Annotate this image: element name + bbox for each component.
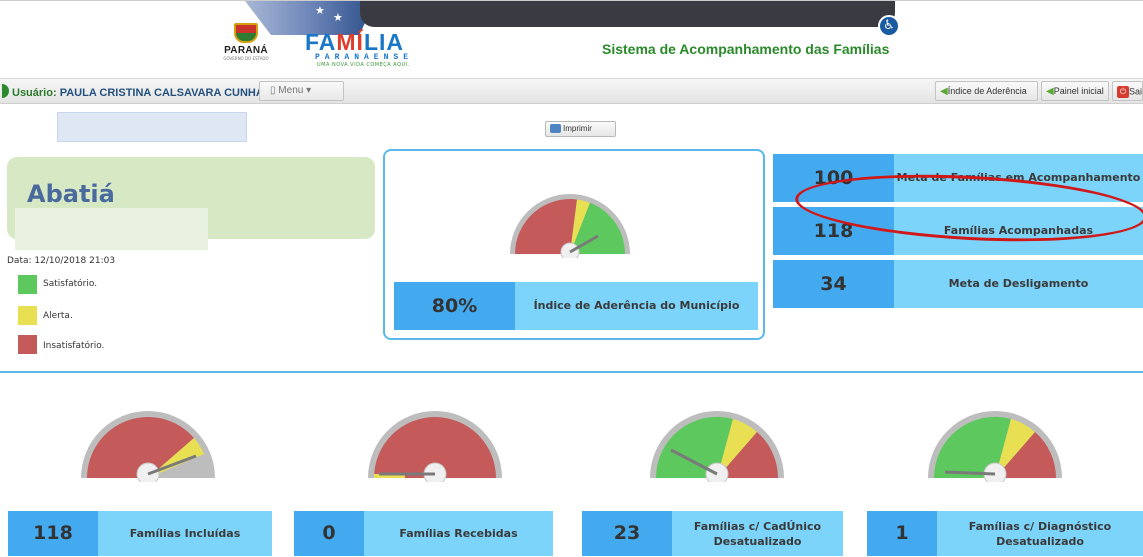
adherence-label: Índice de Aderência do Município	[515, 282, 758, 330]
menu-button[interactable]: ▯ Menu ▾	[259, 81, 344, 101]
adherence-value: 80%	[394, 282, 515, 330]
state-logo-sub: GOVERNO DO ESTADO	[223, 56, 269, 61]
familia-tagline: UMA NOVA VIDA COMEÇA AQUI.	[317, 62, 410, 68]
report-date: Data: 12/10/2018 21:03	[7, 256, 116, 266]
back-arrow-icon: ◀	[1046, 86, 1054, 97]
legend-label-unsatisfactory: Insatisfatório.	[43, 341, 105, 351]
gauge-included	[81, 411, 215, 482]
star-icon: ★	[315, 4, 325, 17]
chevron-down-icon: ▾	[306, 85, 312, 96]
accessibility-icon[interactable]: ♿	[878, 15, 900, 37]
crest-icon	[234, 23, 258, 43]
legend-label-satisfactory: Satisfatório.	[43, 279, 98, 289]
legend-swatch-red	[18, 335, 37, 354]
diagnosis-label: Famílias c/ Diagnóstico Desatualizado	[937, 511, 1143, 556]
gauge-cadunico	[650, 411, 784, 482]
metric-value-dismissal: 34	[773, 260, 894, 308]
included-label: Famílias Incluídas	[98, 511, 272, 556]
city-name: Abatiá	[27, 180, 115, 208]
power-icon: ⏻	[1117, 86, 1129, 98]
home-panel-button[interactable]: ◀Painel inicial	[1041, 81, 1109, 101]
familia-logo: FAMÍLIA PARANAENSE UMA NOVA VIDA COMEÇA …	[305, 31, 465, 77]
cadunico-value: 23	[582, 511, 672, 556]
print-button[interactable]: Imprimir	[545, 121, 616, 137]
familia-wordmark: FAMÍLIA	[305, 29, 405, 55]
header-band	[360, 1, 895, 27]
system-title: Sistema de Acompanhamento das Famílias	[602, 41, 890, 57]
city-blank	[15, 208, 208, 250]
back-arrow-icon: ◀	[940, 86, 948, 97]
legend-swatch-yellow	[18, 306, 37, 325]
printer-icon	[550, 124, 561, 134]
adherence-gauge	[510, 194, 630, 258]
familia-sub: PARANAENSE	[315, 53, 414, 62]
received-value: 0	[294, 511, 364, 556]
star-icon: ★	[333, 11, 343, 24]
user-label: Usuário:	[12, 87, 57, 99]
diagnosis-value: 1	[867, 511, 937, 556]
state-logo-name: PARANÁ	[224, 45, 268, 56]
gauge-received	[368, 411, 502, 482]
blank-field	[57, 112, 247, 142]
gauge-diagnosis	[928, 411, 1062, 482]
adherence-index-button[interactable]: ◀Índice de Aderência	[935, 81, 1038, 101]
legend-label-alert: Alerta.	[43, 311, 73, 321]
cadunico-label: Famílias c/ CadÚnico Desatualizado	[672, 511, 843, 556]
header: ★ ★ ♿ PARANÁ GOVERNO DO ESTADO FAMÍLIA P…	[0, 0, 1143, 78]
menu-label: Menu	[278, 85, 304, 96]
received-label: Famílias Recebidas	[364, 511, 553, 556]
user-info: Usuário: PAULA CRISTINA CALSAVARA CUNHA	[12, 87, 264, 99]
included-value: 118	[8, 511, 98, 556]
state-logo: PARANÁ GOVERNO DO ESTADO	[222, 23, 270, 67]
exit-button[interactable]: ⏻Sair	[1112, 81, 1143, 101]
menu-doc-icon: ▯	[270, 85, 276, 96]
section-divider	[0, 371, 1143, 373]
metric-label-dismissal: Meta de Desligamento	[894, 260, 1143, 308]
legend-swatch-green	[18, 275, 37, 294]
user-name: PAULA CRISTINA CALSAVARA CUNHA	[59, 87, 264, 99]
